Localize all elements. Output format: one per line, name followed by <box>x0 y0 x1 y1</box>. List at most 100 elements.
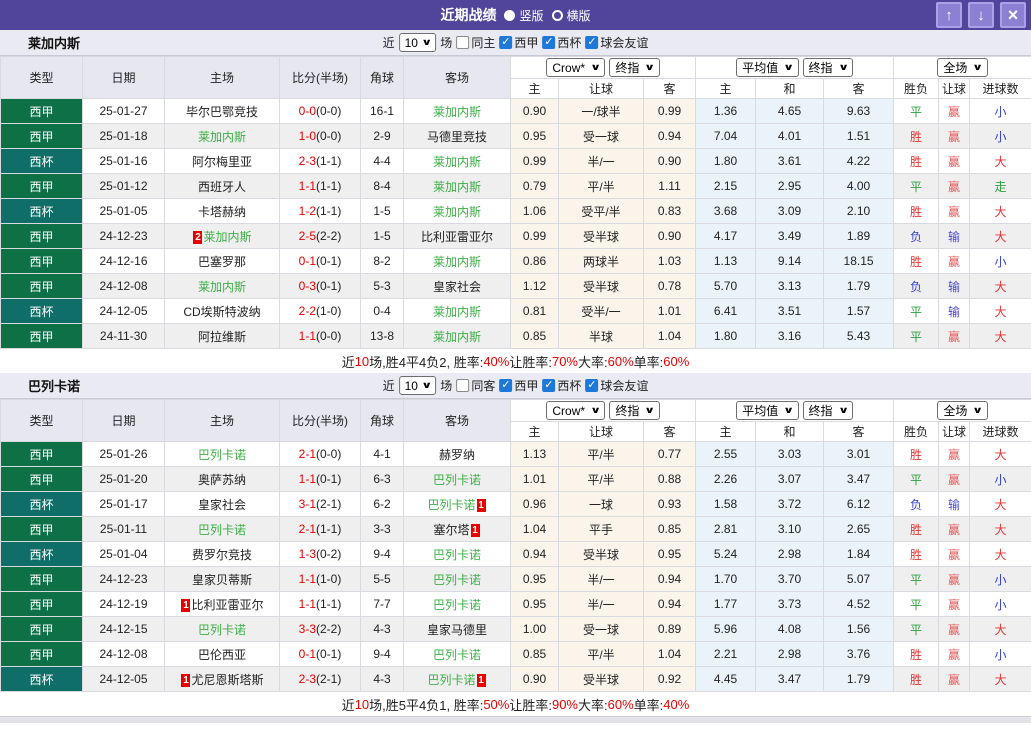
scope-select[interactable]: 全场 ∨ <box>937 58 988 77</box>
same-venue-checkbox[interactable]: 同客 <box>456 377 495 394</box>
home-team-cell: 皇家社会 <box>164 491 280 517</box>
score-cell: 1-1(0-1) <box>279 466 361 492</box>
scope-select[interactable]: 全场 ∨ <box>937 401 988 420</box>
euro-draw-odds: 3.03 <box>755 441 825 467</box>
league-checkbox-friendly[interactable]: ✓ 球会友谊 <box>585 377 648 394</box>
league-checkbox-copa[interactable]: ✓ 西杯 <box>542 34 581 51</box>
team-name: 巴列卡诺 <box>28 379 81 394</box>
euro-time-select[interactable]: 终指 ∨ <box>802 58 853 77</box>
corner-cell: 1-5 <box>360 198 404 224</box>
fulltime-score: 2-2 <box>298 304 316 318</box>
col-header-type: 类型 <box>0 399 83 442</box>
move-down-button[interactable]: ↓ <box>968 2 994 28</box>
match-row: 西甲 24-12-15 巴列卡诺 3-3(2-2) 4-3 皇家马德里 1.00 受一球 0.8… <box>0 616 1031 642</box>
match-date-cell: 25-01-17 <box>82 491 165 517</box>
home-team-name: 皇家贝蒂斯 <box>191 572 252 587</box>
match-count-select[interactable]: 10 ∨ <box>398 33 437 52</box>
home-team-cell: 西班牙人 <box>164 173 280 199</box>
fulltime-score: 2-1 <box>298 447 316 461</box>
match-count-select[interactable]: 10 ∨ <box>398 376 437 395</box>
fulltime-score: 2-3 <box>298 154 316 168</box>
match-row: 西甲 24-12-23 皇家贝蒂斯 1-1(1-0) 5-5 巴列卡诺 0.95 半/一 0.9… <box>0 566 1031 592</box>
result-handicap: 输 <box>938 223 971 249</box>
games-label: 场 <box>440 36 453 50</box>
title-group: 近期战绩 竖版 横版 <box>0 5 1031 25</box>
away-team-cell: 莱加内斯 <box>403 98 511 124</box>
result-handicap: 赢 <box>938 198 971 224</box>
league-checkbox-friendly[interactable]: ✓ 球会友谊 <box>585 34 648 51</box>
chevron-down-icon: ∨ <box>590 405 602 415</box>
fulltime-score: 1-1 <box>298 179 316 193</box>
euro-away-odds: 1.79 <box>823 666 895 692</box>
home-team-cell: 莱加内斯 <box>164 273 280 299</box>
games-label: 场 <box>440 379 453 393</box>
bookmaker-select[interactable]: Crow* ∨ <box>546 58 606 77</box>
radio-horizontal-layout[interactable]: 横版 <box>551 7 591 24</box>
matches-table: 类型 日期 主场 比分(半场) 角球 客场 Crow* ∨ 终指 ∨ 平均值 ∨… <box>0 399 1031 692</box>
handicap-time-select[interactable]: 终指 ∨ <box>609 401 660 420</box>
red-card-badge: 1 <box>476 673 486 687</box>
euro-avg-select[interactable]: 平均值 ∨ <box>736 401 799 420</box>
move-up-button[interactable]: ↑ <box>936 2 962 28</box>
scope-controls: 全场 ∨ <box>893 399 1031 422</box>
handicap-line: 平/半 <box>558 641 644 667</box>
handicap-home-odds: 0.95 <box>510 123 559 149</box>
euro-draw-odds: 3.49 <box>755 223 825 249</box>
close-button[interactable]: × <box>1000 2 1026 28</box>
radio-vertical-layout[interactable]: 竖版 <box>504 7 544 24</box>
result-handicap: 赢 <box>938 148 971 174</box>
away-team-cell: 莱加内斯 <box>403 248 511 274</box>
home-team-name: 卡塔赫纳 <box>197 204 246 219</box>
handicap-line: 一/球半 <box>558 98 644 124</box>
fulltime-score: 2-1 <box>298 522 316 536</box>
euro-home-odds: 1.80 <box>695 148 757 174</box>
handicap-controls: Crow* ∨ 终指 ∨ <box>509 56 697 79</box>
handicap-line: 受一球 <box>558 616 644 642</box>
same-venue-checkbox[interactable]: 同主 <box>456 34 495 51</box>
red-card-badge: 1 <box>470 523 480 537</box>
result-handicap: 赢 <box>938 323 971 349</box>
match-row: 西甲 25-01-27 毕尔巴鄂竞技 0-0(0-0) 16-1 莱加内斯 0.90 一/球半… <box>0 98 1031 124</box>
euro-time-select[interactable]: 终指 ∨ <box>802 401 853 420</box>
euro-draw-odds: 2.95 <box>755 173 825 199</box>
score-cell: 2-1(1-1) <box>279 516 361 542</box>
handicap-time-select[interactable]: 终指 ∨ <box>609 58 660 77</box>
horizontal-scrollbar[interactable] <box>0 716 1031 723</box>
handicap-home-odds: 1.00 <box>510 616 559 642</box>
match-date-cell: 25-01-11 <box>82 516 165 542</box>
euro-home-odds: 6.41 <box>695 298 757 324</box>
league-checkbox-copa[interactable]: ✓ 西杯 <box>542 377 581 394</box>
col-header-home: 主场 <box>164 399 280 442</box>
match-row: 西杯 25-01-04 费罗尔竞技 1-3(0-2) 9-4 巴列卡诺 0.94 受半球 0.9… <box>0 541 1031 567</box>
handicap-home-odds: 1.01 <box>510 466 559 492</box>
league-checkbox-laliga[interactable]: ✓ 西甲 <box>499 34 538 51</box>
summary-segment: 场,胜5平4负1, 胜率: <box>369 697 484 713</box>
corner-cell: 4-3 <box>360 616 404 642</box>
league-checkbox-laliga[interactable]: ✓ 西甲 <box>499 377 538 394</box>
result-goals: 小 <box>969 466 1031 492</box>
bookmaker-select[interactable]: Crow* ∨ <box>546 401 606 420</box>
fulltime-score: 1-3 <box>298 547 316 561</box>
home-team-name: 莱加内斯 <box>203 229 252 244</box>
result-outcome: 平 <box>893 616 940 642</box>
result-goals: 大 <box>969 223 1031 249</box>
result-goals: 大 <box>969 541 1031 567</box>
handicap-line: 半球 <box>558 323 644 349</box>
euro-avg-select[interactable]: 平均值 ∨ <box>736 58 799 77</box>
euro-home-odds: 7.04 <box>695 123 757 149</box>
team-section: 巴列卡诺 近 10 ∨ 场 同客 ✓ 西甲 ✓ 西杯 ✓ 球会友谊 类型 日期 … <box>0 373 1031 716</box>
league-label: 西甲 <box>514 36 539 50</box>
match-row: 西杯 24-12-05 CD埃斯特波纳 2-2(1-0) 0-4 莱加内斯 0.81 受半/一… <box>0 298 1031 324</box>
halftime-score: (0-0) <box>316 329 342 343</box>
halftime-score: (1-1) <box>316 522 342 536</box>
halftime-score: (1-1) <box>316 204 342 218</box>
handicap-home-odds: 1.13 <box>510 441 559 467</box>
col-header-goals-result: 进球数 <box>969 78 1031 99</box>
chevron-down-icon: ∨ <box>644 62 656 72</box>
corner-cell: 7-7 <box>360 591 404 617</box>
home-team-name: 西班牙人 <box>197 179 246 194</box>
away-team-name: 莱加内斯 <box>432 104 481 119</box>
away-team-cell: 比利亚雷亚尔 <box>403 223 511 249</box>
handicap-away-odds: 0.92 <box>642 666 697 692</box>
score-cell: 3-1(2-1) <box>279 491 361 517</box>
